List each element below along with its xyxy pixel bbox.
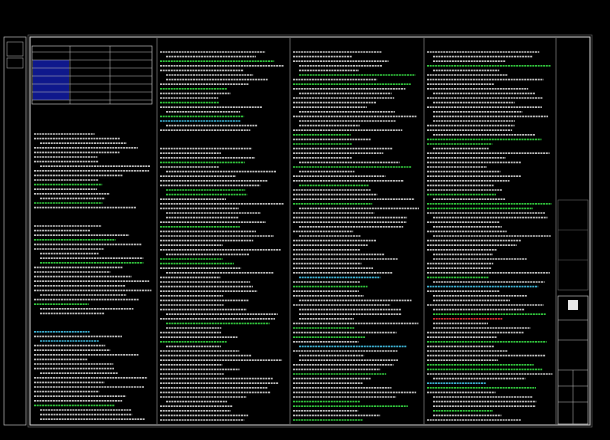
legend-highlight-block [33,60,69,100]
cad-drawing-sheet[interactable] [0,0,610,440]
company-logo [568,300,578,310]
